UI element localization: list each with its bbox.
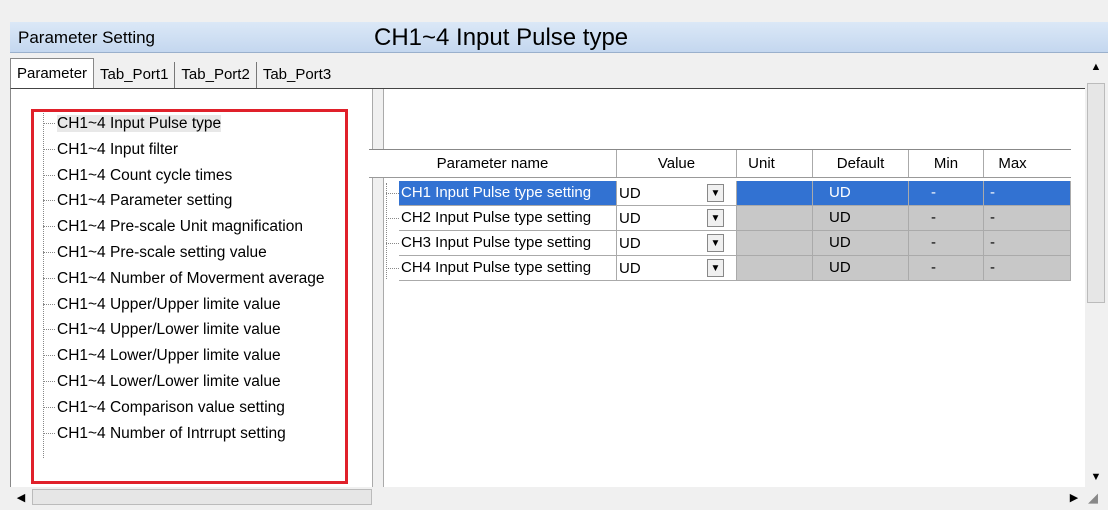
parameter-setting-window: Parameter Setting Parameter Tab_Port1 Ta… [0, 0, 1108, 510]
row-default: UD [813, 231, 909, 256]
tree-item[interactable]: CH1~4 Lower/Lower limite value [35, 369, 347, 395]
header-value[interactable]: Value [617, 150, 737, 177]
row-default: UD [813, 256, 909, 281]
tree-item[interactable]: CH1~4 Number of Moverment average [35, 266, 347, 292]
tree-item[interactable]: CH1~4 Upper/Lower limite value [35, 317, 347, 343]
row-min: - [909, 206, 984, 231]
chevron-down-icon[interactable]: ▼ [707, 184, 724, 202]
row-unit [737, 181, 813, 206]
content-panel: CH1~4 Input Pulse type CH1~4 Input filte… [10, 88, 1085, 488]
scroll-left-icon[interactable]: ◀ [10, 487, 32, 507]
table-row[interactable]: CH2 Input Pulse type setting UD ▼ UD - - [369, 206, 1071, 231]
tree-item[interactable]: CH1~4 Lower/Upper limite value [35, 343, 347, 369]
header-parameter-name[interactable]: Parameter name [369, 150, 617, 177]
tree-item[interactable]: CH1~4 Comparison value setting [35, 395, 347, 421]
scroll-thumb[interactable] [32, 489, 372, 505]
chevron-down-icon[interactable]: ▼ [707, 209, 724, 227]
row-parameter-name[interactable]: CH4 Input Pulse type setting [399, 256, 617, 281]
grid-connector-line [386, 183, 387, 279]
row-connector [369, 256, 399, 281]
tab-strip: Parameter Tab_Port1 Tab_Port2 Tab_Port3 [10, 58, 337, 88]
table-row[interactable]: CH1 Input Pulse type setting UD ▼ UD - - [369, 181, 1071, 206]
row-max: - [984, 206, 1071, 231]
row-min: - [909, 256, 984, 281]
tree-item[interactable]: CH1~4 Count cycle times [35, 163, 347, 189]
tab-parameter[interactable]: Parameter [10, 58, 95, 88]
value-dropdown[interactable]: UD ▼ [617, 206, 737, 231]
tree-item[interactable]: CH1~4 Input filter [35, 137, 347, 163]
row-max: - [984, 231, 1071, 256]
row-max: - [984, 181, 1071, 206]
row-parameter-name[interactable]: CH3 Input Pulse type setting [399, 231, 617, 256]
tree-item[interactable]: CH1~4 Input Pulse type [35, 111, 347, 137]
scroll-up-icon[interactable]: ▲ [1085, 57, 1107, 77]
tree-item[interactable]: CH1~4 Pre-scale Unit magnification [35, 214, 347, 240]
row-min: - [909, 231, 984, 256]
chevron-down-icon[interactable]: ▼ [707, 259, 724, 277]
tree-item[interactable]: CH1~4 Upper/Upper limite value [35, 292, 347, 318]
row-unit [737, 256, 813, 281]
scroll-down-icon[interactable]: ▼ [1085, 467, 1107, 487]
table-row[interactable]: CH4 Input Pulse type setting UD ▼ UD - - [369, 256, 1071, 281]
section-title: CH1~4 Input Pulse type [374, 24, 629, 51]
tab-port3[interactable]: Tab_Port3 [257, 62, 337, 88]
row-connector [369, 231, 399, 256]
header-max[interactable]: Max [984, 150, 1071, 177]
scroll-right-icon[interactable]: ▶ [1063, 487, 1085, 507]
row-connector [369, 181, 399, 206]
row-connector [369, 206, 399, 231]
tab-port2[interactable]: Tab_Port2 [175, 62, 257, 88]
row-unit [737, 206, 813, 231]
tab-port1[interactable]: Tab_Port1 [94, 62, 176, 88]
parameter-grid: Parameter name Value Unit Default Min Ma… [369, 149, 1071, 281]
header-default[interactable]: Default [813, 150, 909, 177]
horizontal-scrollbar[interactable]: ◀ ▶ [10, 487, 1085, 507]
chevron-down-icon[interactable]: ▼ [707, 234, 724, 252]
scroll-thumb[interactable] [1087, 83, 1105, 303]
row-min: - [909, 181, 984, 206]
vertical-scrollbar[interactable]: ▲ ▼ [1085, 57, 1107, 487]
row-default: UD [813, 206, 909, 231]
table-row[interactable]: CH3 Input Pulse type setting UD ▼ UD - - [369, 231, 1071, 256]
grid-header: Parameter name Value Unit Default Min Ma… [369, 149, 1071, 178]
row-parameter-name[interactable]: CH1 Input Pulse type setting [399, 181, 617, 206]
value-dropdown[interactable]: UD ▼ [617, 231, 737, 256]
tree-item[interactable]: CH1~4 Parameter setting [35, 188, 347, 214]
resize-grip-icon[interactable]: ◢ [1088, 490, 1106, 508]
parameter-tree: CH1~4 Input Pulse type CH1~4 Input filte… [35, 111, 347, 483]
tree-item[interactable]: CH1~4 Pre-scale setting value [35, 240, 347, 266]
value-dropdown[interactable]: UD ▼ [617, 181, 737, 206]
header-min[interactable]: Min [909, 150, 984, 177]
row-parameter-name[interactable]: CH2 Input Pulse type setting [399, 206, 617, 231]
row-unit [737, 231, 813, 256]
header-unit[interactable]: Unit [737, 150, 813, 177]
tree-item[interactable]: CH1~4 Number of Intrrupt setting [35, 421, 347, 447]
row-default: UD [813, 181, 909, 206]
value-dropdown[interactable]: UD ▼ [617, 256, 737, 281]
row-max: - [984, 256, 1071, 281]
